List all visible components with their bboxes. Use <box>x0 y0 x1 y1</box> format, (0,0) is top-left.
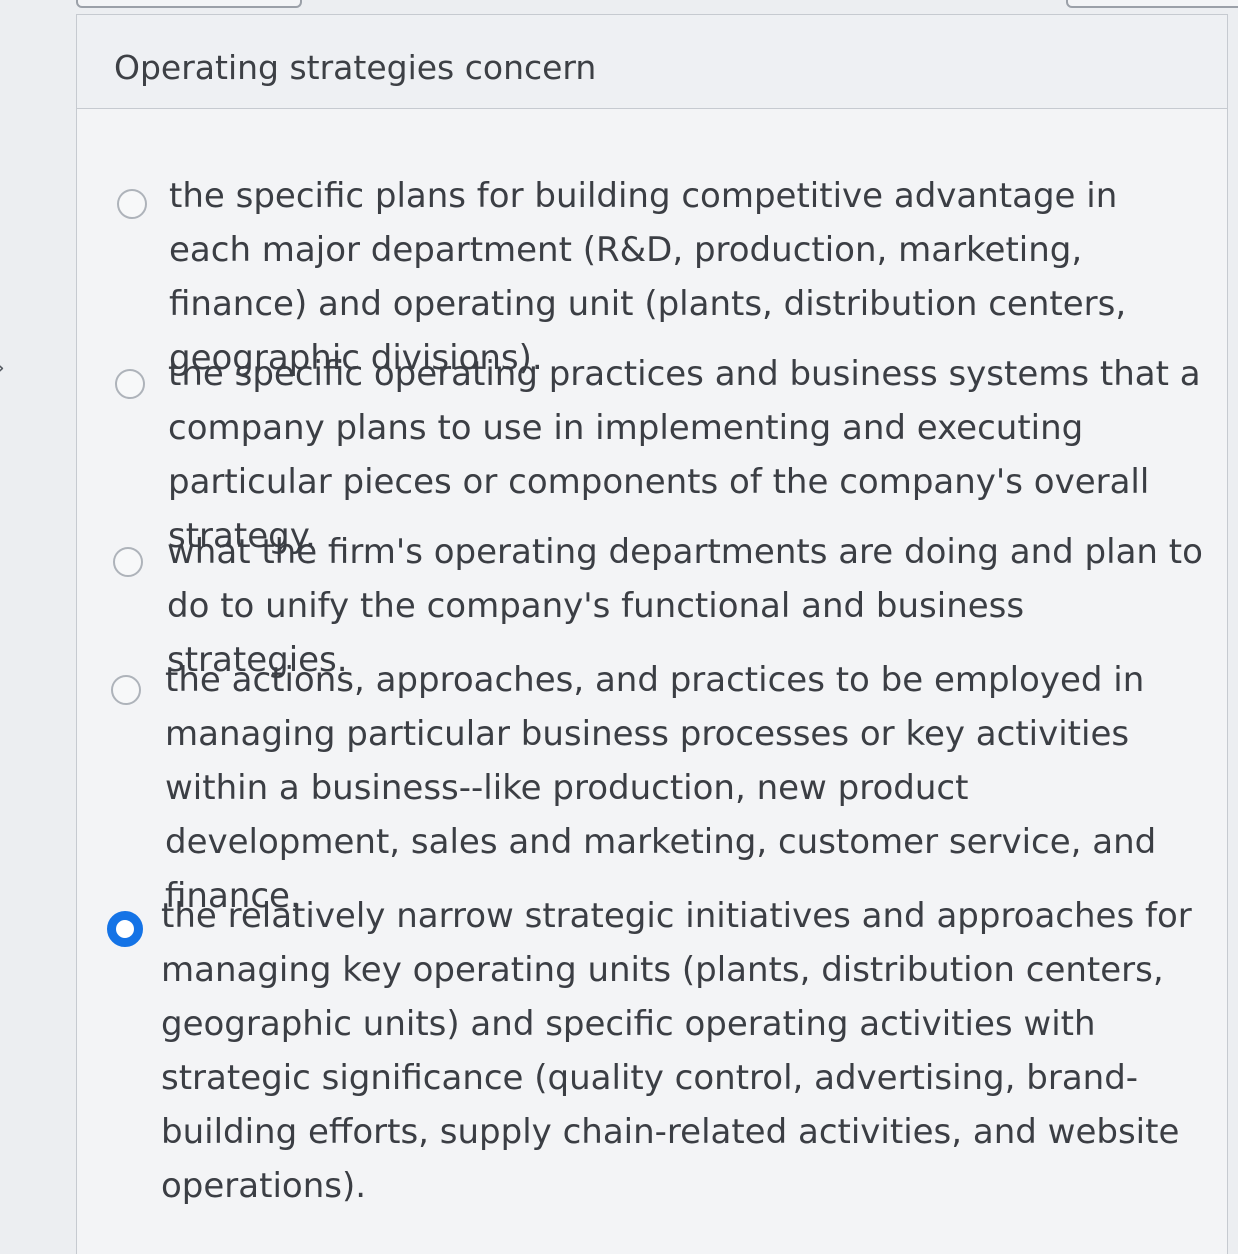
radio-checked-icon[interactable] <box>107 911 143 947</box>
next-panel-tab <box>1066 0 1238 8</box>
answer-option-1[interactable]: the specific plans for building competit… <box>77 176 1187 378</box>
answer-option-label: the relatively narrow strategic initiati… <box>161 896 1192 1206</box>
question-card: Operating strategies concern the specifi… <box>76 14 1228 1254</box>
question-header: Operating strategies concern <box>77 15 1227 109</box>
question-text: Operating strategies concern <box>114 48 597 87</box>
answer-option-2[interactable]: the specific operating practices and bus… <box>77 354 1201 556</box>
radio-unchecked-icon[interactable] <box>115 369 145 399</box>
radio-unchecked-icon[interactable] <box>111 675 141 705</box>
previous-panel-tab <box>76 0 302 8</box>
answer-option-3[interactable]: what the firm's operating departments ar… <box>77 532 1203 680</box>
radio-unchecked-icon[interactable] <box>113 547 143 577</box>
answer-option-4[interactable]: the actions, approaches, and practices t… <box>77 660 1187 916</box>
answer-option-label: the actions, approaches, and practices t… <box>165 660 1157 916</box>
answer-option-5[interactable]: the relatively narrow strategic initiati… <box>77 896 1192 1206</box>
edge-arrow-icon: › <box>0 356 5 381</box>
radio-unchecked-icon[interactable] <box>117 189 147 219</box>
